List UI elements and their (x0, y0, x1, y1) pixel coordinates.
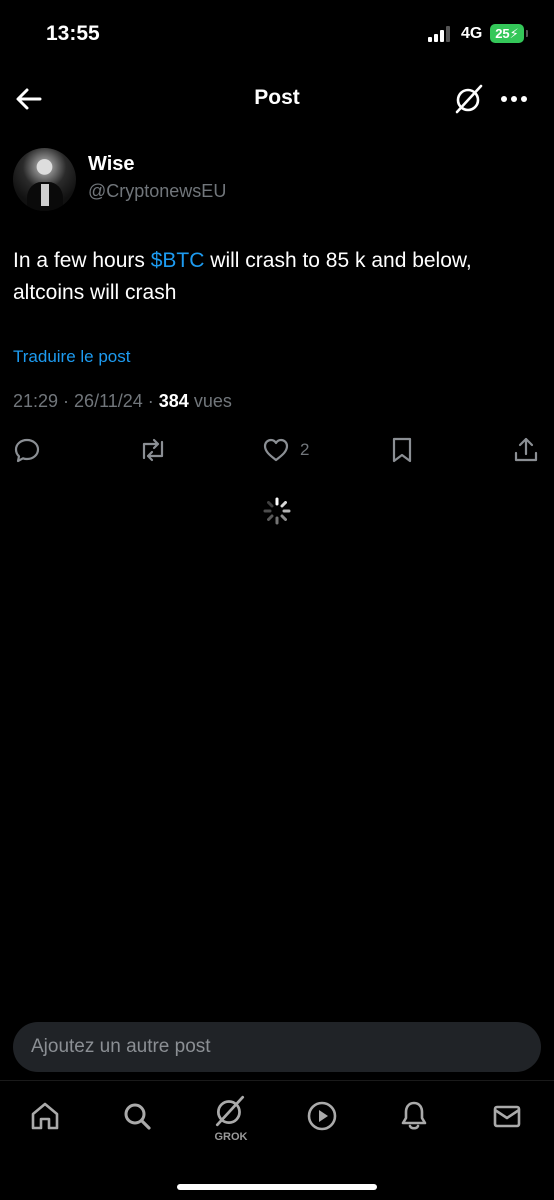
avatar-shirt (41, 184, 49, 206)
heart-icon (263, 438, 289, 462)
like-button[interactable]: 2 (262, 432, 309, 468)
reply-button[interactable] (13, 432, 41, 468)
battery-level: 25 (495, 26, 510, 41)
post-meta: 21:29 · 26/11/24 · 384 vues (13, 391, 232, 411)
bookmark-icon (392, 437, 412, 463)
search-icon (124, 1103, 151, 1130)
reply-placeholder: Ajoutez un autre post (31, 1036, 211, 1057)
more-button[interactable] (498, 82, 532, 116)
share-icon (514, 437, 538, 462)
views-count: 384 (158, 391, 189, 411)
repost-icon (142, 438, 164, 462)
translate-post-link[interactable]: Traduire le post (13, 347, 130, 367)
views-label: vues (193, 391, 232, 411)
screen: 13:55 4G 25⚡ Post Wise @CryptonewsEU In … (0, 0, 554, 1200)
network-type: 4G (461, 25, 483, 42)
tab-messages[interactable] (490, 1099, 530, 1139)
share-button[interactable] (512, 432, 540, 468)
home-icon (31, 1102, 59, 1130)
home-indicator (177, 1184, 377, 1190)
reply-input[interactable]: Ajoutez un autre post (13, 1022, 541, 1072)
bookmark-button[interactable] (388, 432, 416, 468)
post-date: 26/11/24 (74, 391, 143, 411)
repost-button[interactable] (138, 432, 168, 468)
tab-bar: GROK (0, 1080, 554, 1200)
post-time: 21:29 (13, 391, 59, 411)
grok-icon (215, 1095, 245, 1127)
grok-tab-label: GROK (214, 1131, 248, 1143)
post-actions: 2 (0, 432, 554, 468)
author-handle[interactable]: @CryptonewsEU (88, 181, 226, 202)
post-text: In a few hours $BTC will crash to 85 k a… (13, 245, 543, 309)
tab-home[interactable] (28, 1099, 68, 1139)
cashtag-link[interactable]: $BTC (151, 249, 205, 272)
tab-video[interactable] (305, 1099, 345, 1139)
status-bar: 13:55 4G 25⚡ (0, 0, 554, 70)
tab-notifications[interactable] (397, 1099, 437, 1139)
author-name[interactable]: Wise (88, 153, 135, 176)
tab-search[interactable] (120, 1099, 160, 1139)
loading-spinner-icon (263, 497, 291, 525)
signal-strength-icon (428, 26, 456, 42)
nav-header: Post (0, 70, 554, 128)
battery-icon: 25⚡ (490, 24, 528, 43)
status-time: 13:55 (46, 22, 100, 45)
reply-icon (14, 438, 40, 463)
bell-icon (401, 1101, 427, 1130)
tab-grok[interactable] (212, 1093, 252, 1133)
post-text-before: In a few hours (13, 249, 151, 272)
avatar[interactable] (13, 148, 76, 211)
mail-icon (493, 1105, 521, 1128)
grok-icon (455, 84, 483, 114)
more-horizontal-icon (501, 96, 527, 102)
play-circle-icon (307, 1101, 337, 1131)
grok-button[interactable] (452, 82, 486, 116)
like-count: 2 (300, 440, 310, 459)
